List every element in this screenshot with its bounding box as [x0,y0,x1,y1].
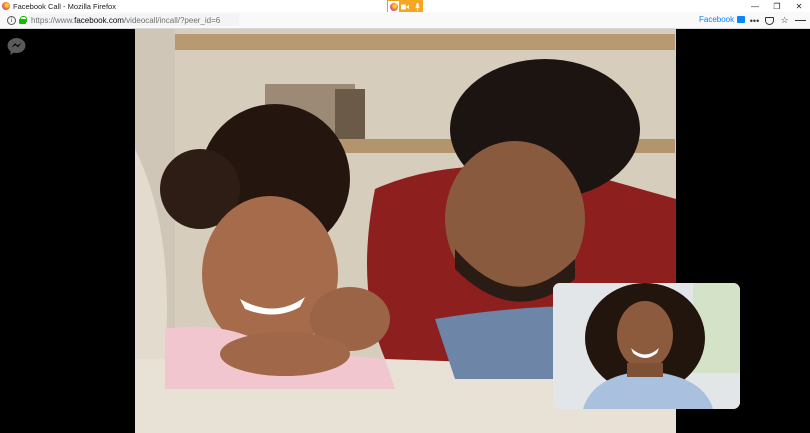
messenger-icon[interactable] [7,38,26,55]
toolbar-buttons: ••• ☆ [749,14,807,27]
firefox-logo-icon [2,2,10,10]
url-host: facebook.com [74,15,124,25]
restore-button[interactable]: ❐ [766,0,788,12]
window-titlebar: Facebook Call - Mozilla Firefox — ❐ ✕ [0,0,810,14]
navigation-toolbar: i https://www. facebook.com/videocall/inc… [0,12,810,29]
container-name: Facebook [699,15,735,24]
url-prefix: https://www. [31,15,75,25]
page-actions-icon[interactable]: ••• [749,15,760,26]
minimize-button[interactable]: — [744,0,766,12]
window-title: Facebook Call - Mozilla Firefox [13,1,116,11]
call-area [0,29,810,433]
menu-icon[interactable] [795,15,807,26]
close-button[interactable]: ✕ [788,0,810,12]
bookmark-star-icon[interactable]: ☆ [779,15,790,26]
site-info-icon[interactable]: i [7,15,16,25]
window-controls: — ❐ ✕ [744,0,810,12]
container-briefcase-icon [737,16,746,23]
local-participant-video[interactable] [553,283,740,409]
pocket-icon[interactable] [765,16,774,25]
url-bar[interactable]: https://www. facebook.com/videocall/incal… [29,14,239,26]
secure-lock-icon[interactable] [19,16,27,24]
container-label[interactable]: Facebook [699,15,746,24]
url-path: /videocall/incall/?peer_id=6 [123,15,221,25]
